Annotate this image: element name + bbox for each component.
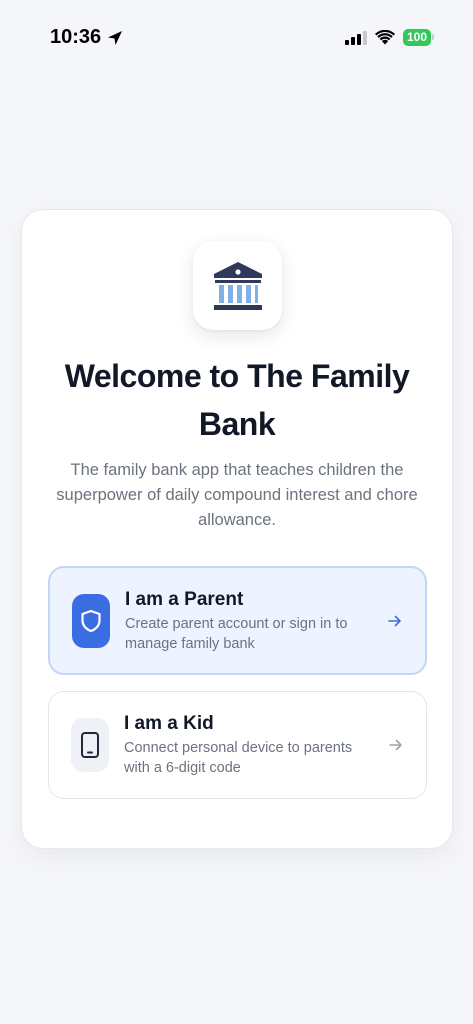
welcome-subtitle: The family bank app that teaches childre…	[56, 461, 418, 529]
status-time: 10:36	[50, 26, 123, 49]
bank-icon	[213, 261, 262, 310]
status-time-label: 10:36	[50, 26, 102, 48]
wifi-icon	[374, 30, 395, 45]
parent-role-icon-badge	[72, 593, 110, 648]
kid-role-icon-badge	[71, 718, 109, 772]
welcome-card: Welcome to The Family Bank The family ba…	[21, 209, 453, 849]
phone-icon	[81, 732, 99, 758]
parent-role-description: Create parent account or sign in to mana…	[125, 615, 348, 652]
kid-role-description: Connect personal device to parents with …	[124, 740, 353, 776]
status-indicators: 100	[344, 29, 435, 46]
battery-indicator: 100	[402, 29, 435, 46]
cellular-signal-icon	[344, 30, 367, 45]
parent-role-title: I am a Parent	[125, 588, 244, 610]
parent-role-button[interactable]: I am a Parent Create parent account or s…	[48, 566, 427, 675]
welcome-title: Welcome to The Family Bank	[64, 358, 410, 442]
shield-icon	[81, 609, 101, 632]
status-bar: 10:36 100	[0, 0, 473, 76]
location-arrow-icon	[108, 30, 123, 45]
app-logo	[193, 241, 282, 330]
parent-role-text: I am a Parent Create parent account or s…	[125, 588, 379, 654]
kid-role-title: I am a Kid	[124, 713, 214, 734]
welcome-screen: 10:36 100 Welcome to The Family Bank The…	[0, 0, 473, 1024]
kid-role-text: I am a Kid Connect personal device to pa…	[124, 712, 380, 778]
kid-role-button[interactable]: I am a Kid Connect personal device to pa…	[48, 691, 427, 799]
arrow-right-icon	[388, 615, 401, 626]
arrow-right-icon	[389, 739, 402, 751]
